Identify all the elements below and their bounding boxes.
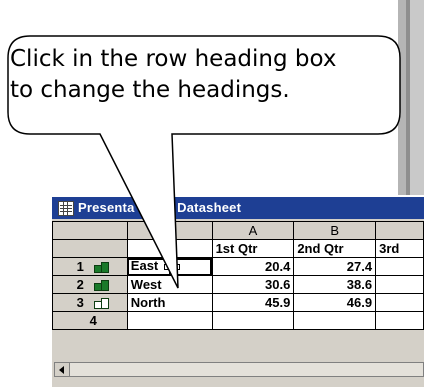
callout-line-2: to change the headings. — [10, 77, 290, 103]
callout-text: Click in the row heading box to change t… — [10, 44, 410, 106]
callout-line-1: Click in the row heading box — [10, 46, 337, 72]
